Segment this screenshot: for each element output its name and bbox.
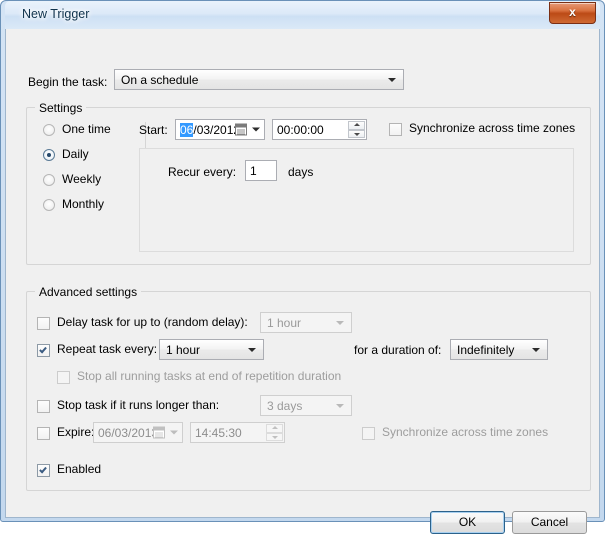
radio-monthly-label: Monthly <box>62 197 104 211</box>
chevron-down-icon <box>170 430 178 434</box>
begin-task-label: Begin the task: <box>28 75 107 89</box>
start-time-field[interactable]: 00:00:00 <box>272 119 367 140</box>
cancel-button[interactable]: Cancel <box>512 511 587 534</box>
radio-weekly-label: Weekly <box>62 172 101 186</box>
stop-longer-duration-combobox[interactable]: 3 days <box>260 395 352 416</box>
close-icon: x <box>550 5 595 19</box>
start-time-value: 00:00:00 <box>277 123 324 137</box>
enabled-label: Enabled <box>57 462 101 476</box>
radio-icon <box>43 174 55 186</box>
delay-duration-combobox[interactable]: 1 hour <box>260 312 352 333</box>
stop-longer-than-label: Stop task if it runs longer than: <box>57 398 219 412</box>
title-bar: New Trigger x <box>5 1 600 29</box>
duration-label: for a duration of: <box>354 343 441 357</box>
repeat-interval-value: 1 hour <box>166 343 200 357</box>
expire-time-spinner[interactable] <box>266 424 283 441</box>
chevron-down-icon <box>336 321 344 325</box>
expire-date-field[interactable]: 06/03/2013 <box>93 422 183 443</box>
chevron-down-icon <box>248 348 256 352</box>
radio-daily-label: Daily <box>62 147 89 161</box>
spinner-down-icon[interactable] <box>348 130 365 139</box>
start-label: Start: <box>139 123 168 137</box>
calendar-icon <box>235 123 247 135</box>
recur-every-label: Recur every: <box>168 165 236 179</box>
expire-date-value: 06/03/2013 <box>98 426 158 440</box>
repeat-interval-combobox[interactable]: 1 hour <box>159 339 264 360</box>
settings-groupbox: Settings One time Daily Weekly Monthly S… <box>26 107 591 265</box>
advanced-settings-legend: Advanced settings <box>35 285 141 299</box>
advanced-settings-groupbox: Advanced settings Delay task for up to (… <box>26 291 591 491</box>
recurrence-panel: Recur every: 1 days <box>139 148 574 252</box>
calendar-icon <box>153 426 165 438</box>
spinner-up-icon[interactable] <box>348 121 365 130</box>
close-button[interactable]: x <box>549 2 596 24</box>
calendar-dropdown-button[interactable] <box>235 122 261 137</box>
delay-duration-value: 1 hour <box>267 316 301 330</box>
stop-longer-duration-value: 3 days <box>267 399 302 413</box>
duration-value: Indefinitely <box>457 343 514 357</box>
begin-task-value: On a schedule <box>121 73 198 87</box>
recur-every-value: 1 <box>250 164 257 178</box>
recur-unit-label: days <box>288 165 313 179</box>
radio-selected-icon <box>43 149 55 161</box>
begin-task-combobox[interactable]: On a schedule <box>114 69 404 90</box>
expire-label: Expire: <box>57 425 94 439</box>
checkbox-icon <box>57 371 70 384</box>
duration-combobox[interactable]: Indefinitely <box>450 339 548 360</box>
checkbox-checked-icon <box>37 464 50 477</box>
ok-button[interactable]: OK <box>430 511 505 534</box>
window-title: New Trigger <box>22 7 89 21</box>
settings-legend: Settings <box>35 101 86 115</box>
start-date-rest: /03/2012 <box>193 123 240 137</box>
start-date-field[interactable]: 06/03/2012 <box>175 119 265 140</box>
checkbox-icon <box>37 400 50 413</box>
calendar-dropdown-button[interactable] <box>153 425 179 440</box>
start-date-selected-segment: 06 <box>180 123 193 137</box>
radio-icon <box>43 124 55 136</box>
checkbox-icon <box>389 123 402 136</box>
chevron-down-icon <box>532 348 540 352</box>
expire-time-field[interactable]: 14:45:30 <box>190 422 285 443</box>
chevron-down-icon <box>388 78 396 82</box>
chevron-down-icon <box>252 127 260 131</box>
sync-timezones-label: Synchronize across time zones <box>409 121 575 135</box>
recur-every-input[interactable]: 1 <box>245 160 277 181</box>
radio-one-time-label: One time <box>62 122 111 136</box>
expire-time-value: 14:45:30 <box>195 426 242 440</box>
chevron-down-icon <box>336 404 344 408</box>
checkbox-icon <box>37 427 50 440</box>
new-trigger-dialog: New Trigger x Begin the task: On a sched… <box>0 0 605 522</box>
dialog-client-area: Begin the task: On a schedule Settings O… <box>5 29 600 518</box>
spinner-up-icon[interactable] <box>266 424 283 433</box>
start-date-value: 06/03/2012 <box>180 123 240 137</box>
expire-sync-timezones-label: Synchronize across time zones <box>382 425 548 439</box>
checkbox-checked-icon <box>37 344 50 357</box>
radio-icon <box>43 199 55 211</box>
checkbox-icon <box>37 317 50 330</box>
delay-task-label: Delay task for up to (random delay): <box>57 315 248 329</box>
stop-all-running-tasks-label: Stop all running tasks at end of repetit… <box>77 369 341 383</box>
spinner-down-icon[interactable] <box>266 433 283 442</box>
repeat-task-label: Repeat task every: <box>57 342 157 356</box>
checkbox-icon <box>362 427 375 440</box>
start-time-spinner[interactable] <box>348 121 365 138</box>
